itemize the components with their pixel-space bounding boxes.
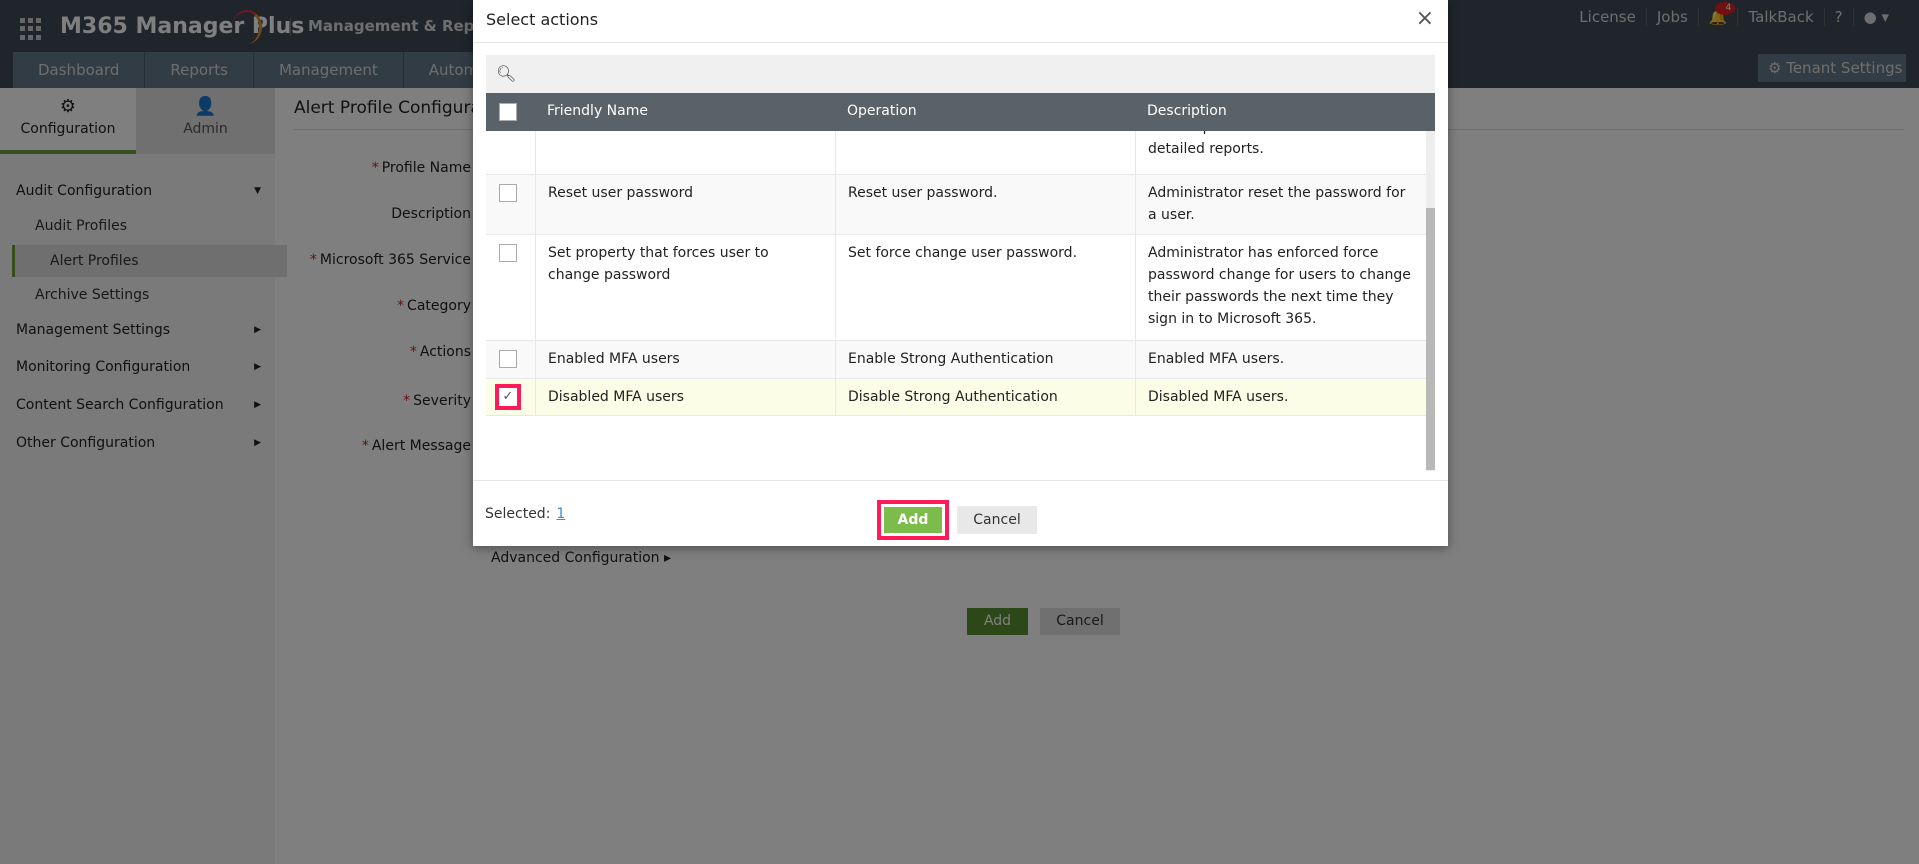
row-description: Disabled MFA users. [1135, 379, 1426, 415]
table-row[interactable]: Reset user password Reset user password.… [486, 175, 1426, 235]
row-operation: Set force change user password. [835, 235, 1135, 340]
select-actions-dialog: Select actions × 🔍︎ Friendly Name Operat… [473, 0, 1448, 546]
row-friendly-name: Reset user password [535, 175, 835, 234]
row-friendly-name: Set property that forces user to change … [535, 235, 835, 340]
dialog-title: Select actions [486, 10, 599, 29]
row-checkbox[interactable] [499, 184, 517, 202]
row-checkbox[interactable] [499, 350, 517, 368]
column-operation[interactable]: Operation [847, 103, 917, 119]
row-description: Enabled MFA users. [1135, 341, 1426, 378]
row-description: service password reset activities with d… [1135, 131, 1426, 174]
table-row[interactable]: Set property that forces user to change … [486, 235, 1426, 341]
row-friendly-name: Disabled MFA users [535, 379, 835, 415]
add-button-highlight: Add [877, 500, 949, 540]
column-description[interactable]: Description [1147, 103, 1227, 119]
scrollbar-thumb[interactable] [1426, 208, 1435, 470]
row-operation: Reset user password. [835, 175, 1135, 234]
scrollbar[interactable] [1426, 131, 1435, 471]
row-description: Administrator has enforced force passwor… [1135, 235, 1426, 340]
select-all-checkbox[interactable] [499, 103, 517, 121]
table-row-selected[interactable]: ✓ Disabled MFA users Disable Strong Auth… [486, 379, 1426, 416]
row-operation: Disable Strong Authentication [835, 379, 1135, 415]
dialog-cancel-button[interactable]: Cancel [957, 506, 1037, 534]
divider [473, 480, 1448, 481]
selected-count: Selected: 1 [485, 506, 566, 522]
divider [473, 42, 1448, 43]
close-icon[interactable]: × [1416, 6, 1434, 31]
row-checkbox-checked[interactable]: ✓ [495, 384, 521, 410]
table-header: Friendly Name Operation Description [486, 93, 1435, 131]
table-row[interactable]: Enabled MFA users Enable Strong Authenti… [486, 341, 1426, 379]
search-bar[interactable]: 🔍︎ [486, 55, 1435, 93]
dialog-add-button[interactable]: Add [884, 507, 942, 533]
row-checkbox[interactable] [499, 244, 517, 262]
row-description: Administrator reset the password for a u… [1135, 175, 1426, 234]
row-friendly-name: Enabled MFA users [535, 341, 835, 378]
selected-count-link[interactable]: 1 [556, 506, 565, 522]
column-friendly-name[interactable]: Friendly Name [547, 103, 648, 119]
row-operation: Enable Strong Authentication [835, 341, 1135, 378]
search-icon[interactable]: 🔍︎ [496, 64, 516, 83]
table-row[interactable]: service password reset activities with d… [486, 131, 1426, 175]
actions-table: service password reset activities with d… [486, 131, 1426, 480]
